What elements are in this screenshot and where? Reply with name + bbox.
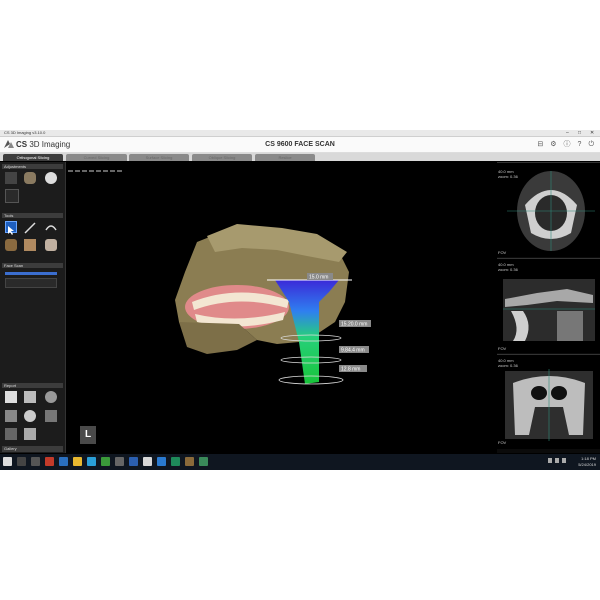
3d-skull-render[interactable]: 15.0 mm 15.20.0 mm 9.84.4 mm 12.8 mm [67, 172, 495, 453]
app-white-icon[interactable] [143, 457, 152, 466]
window-title: CS 3D Imaging v3.10.0 [4, 130, 46, 135]
app-red-icon[interactable] [45, 457, 54, 466]
measurement-label-1: 15.0 mm [309, 275, 328, 281]
print-icon[interactable]: ⊟ [537, 140, 543, 149]
start-icon[interactable] [3, 457, 12, 466]
task-view-icon[interactable] [31, 457, 40, 466]
left-tool-panel: Adjustments Tools Face Scan Report Galle… [0, 162, 66, 453]
taskbar-apps [3, 457, 208, 466]
gallery-header[interactable]: Gallery [2, 446, 63, 452]
face-scan-header[interactable]: Face Scan [2, 263, 63, 268]
document-icon[interactable] [5, 391, 17, 403]
sagittal-ct-image [503, 279, 595, 341]
app-blue-2-icon[interactable] [157, 457, 166, 466]
app-header: CS 3D Imaging CS 9600 FACE SCAN ⊟ ⚙ ⓘ ? … [0, 137, 600, 153]
report-header[interactable]: Report [2, 383, 63, 388]
head-model-icon[interactable] [24, 239, 36, 251]
measurement-label-3: 9.84.4 mm [341, 348, 365, 354]
tray-volume-icon[interactable] [555, 458, 559, 463]
minimize-button[interactable]: – [566, 130, 569, 136]
tab-surface-slicing[interactable]: Surface Slicing [129, 154, 189, 161]
coronal-slice-pane[interactable]: 40.0 mm zoom: 0.36 FOV [497, 354, 600, 449]
app-green-2-icon[interactable] [199, 457, 208, 466]
tools-header[interactable]: Tools [2, 213, 63, 218]
pointer-tool-icon[interactable] [5, 221, 17, 235]
tab-curved-slicing[interactable]: Curved Slicing [66, 154, 127, 161]
excel-icon[interactable] [171, 457, 180, 466]
file-explorer-icon[interactable] [73, 457, 82, 466]
tray-battery-icon[interactable] [562, 458, 566, 463]
tab-orthogonal-slicing[interactable]: Orthogonal Slicing [3, 154, 63, 161]
maximize-button[interactable]: □ [578, 130, 581, 136]
measurement-label-4: 12.8 mm [341, 367, 360, 373]
measure-tool-icon[interactable] [24, 221, 36, 234]
send-icon[interactable] [45, 410, 57, 422]
close-button[interactable]: ✕ [590, 130, 594, 136]
help-icon[interactable]: ? [578, 140, 582, 149]
tab-oblique-slicing[interactable]: Oblique Slicing [192, 154, 252, 161]
volume-render-tool-icon[interactable] [5, 172, 17, 184]
app-green-icon[interactable] [101, 457, 110, 466]
header-icon-group: ⊟ ⚙ ⓘ ? ⏻ [537, 140, 594, 149]
3d-viewport[interactable]: 15.0 mm 15.20.0 mm 9.84.4 mm 12.8 mm [67, 172, 495, 453]
face-scan-opacity-slider[interactable] [5, 272, 57, 275]
clock[interactable]: 1:18 PM 5/24/2019 [578, 456, 596, 468]
app-blue-icon[interactable] [59, 457, 68, 466]
implant-icon[interactable] [45, 239, 57, 251]
skull-view-icon[interactable] [24, 172, 36, 184]
mandible-icon[interactable] [5, 239, 17, 251]
folder-icon[interactable] [5, 428, 17, 440]
windows-taskbar: 1:18 PM 5/24/2019 [0, 454, 600, 470]
coronal-ct-image [505, 369, 593, 441]
curve-tool-icon[interactable] [45, 221, 57, 233]
info-icon[interactable]: ⓘ [564, 140, 571, 149]
search-icon[interactable] [17, 457, 26, 466]
tray-icons [548, 458, 566, 463]
camera-icon[interactable] [45, 391, 57, 403]
window-titlebar: CS 3D Imaging v3.10.0 – □ ✕ [0, 130, 600, 137]
page-title: CS 9600 FACE SCAN [265, 141, 335, 148]
slice-view-icon[interactable] [5, 189, 19, 203]
cs-imaging-icon[interactable] [185, 457, 194, 466]
power-icon[interactable]: ⏻ [588, 140, 594, 149]
slice-views-panel: 40.0 mm zoom: 0.36 FOV 40.0 mm zoom: 0.3… [497, 162, 600, 453]
axial-ct-image [507, 171, 595, 251]
app-window: CS 3D Imaging v3.10.0 – □ ✕ CS 3D Imagin… [0, 130, 600, 470]
printer-icon[interactable] [24, 391, 36, 403]
app-gray-icon[interactable] [115, 457, 124, 466]
measurement-label-2: 15.20.0 mm [341, 322, 367, 328]
tooth-view-icon[interactable] [45, 172, 57, 184]
outlook-icon[interactable] [129, 457, 138, 466]
gallery-image-icon[interactable] [24, 428, 36, 440]
export-icon[interactable] [5, 410, 17, 422]
orientation-badge: L [80, 426, 96, 444]
disc-icon[interactable] [24, 410, 36, 422]
tab-reslice[interactable]: Reslice [255, 154, 315, 161]
view-toolbar [67, 163, 495, 174]
sagittal-slice-pane[interactable]: 40.0 mm zoom: 0.36 FOV [497, 258, 600, 353]
clock-date: 5/24/2019 [578, 462, 596, 467]
tray-network-icon[interactable] [548, 458, 552, 463]
adjustments-header[interactable]: Adjustments [2, 164, 63, 169]
edge-icon[interactable] [87, 457, 96, 466]
settings-icon[interactable]: ⚙ [550, 140, 556, 149]
axial-slice-pane[interactable]: 40.0 mm zoom: 0.36 FOV [497, 162, 600, 257]
face-scan-field[interactable] [5, 278, 57, 288]
tab-bar: Orthogonal Slicing Curved Slicing Surfac… [0, 153, 600, 161]
